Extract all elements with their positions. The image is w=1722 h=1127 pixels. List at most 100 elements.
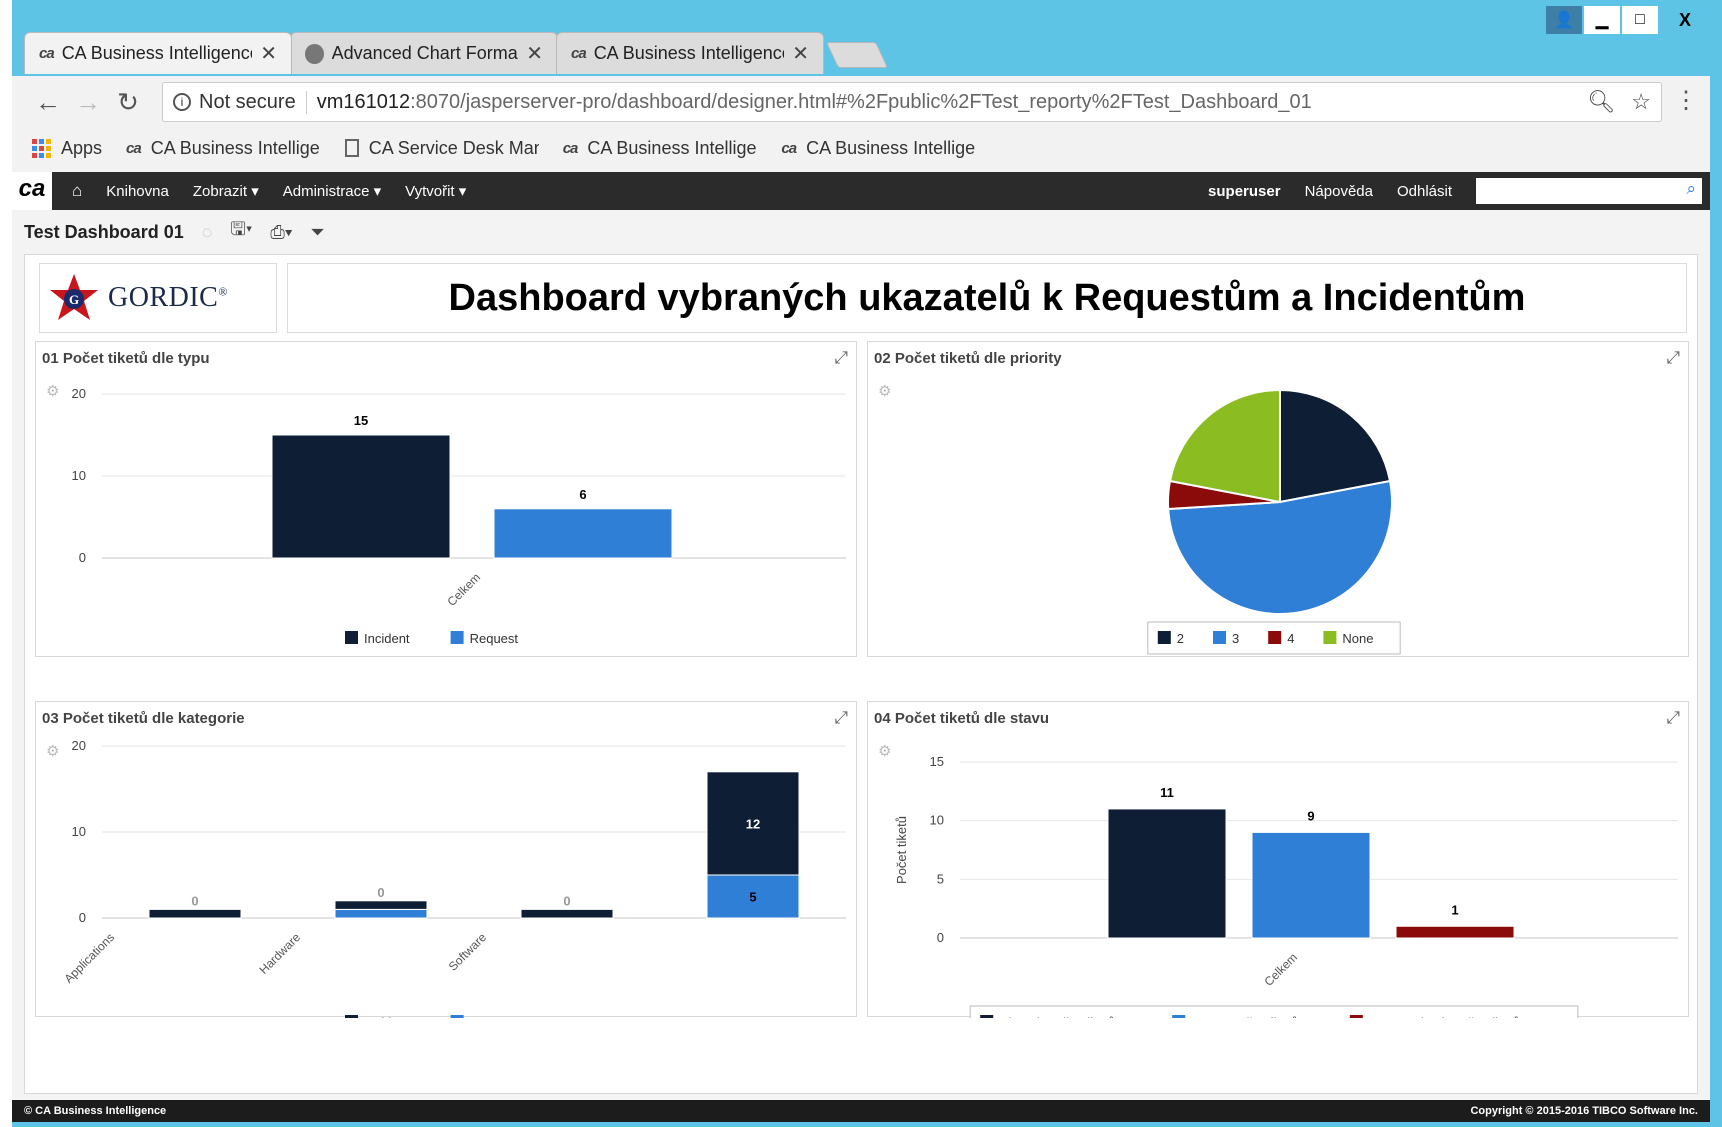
- search-input[interactable]: ⌕: [1476, 178, 1702, 204]
- zoom-icon[interactable]: 🔍︎: [1587, 89, 1615, 115]
- legend-swatch: [345, 1015, 358, 1018]
- close-tab-icon[interactable]: ✕: [792, 41, 809, 66]
- legend-label: SA-Resolved, Počet tiketů: [1369, 1015, 1520, 1018]
- bookmarks-bar: Apps ca CA Business Intelligen CA Servic…: [32, 128, 976, 168]
- y-tick-label: 0: [937, 930, 944, 945]
- bar-sa-resolved: [1395, 925, 1515, 939]
- legend-label: 4: [1287, 631, 1294, 646]
- reload-icon[interactable]: ↻: [108, 87, 148, 118]
- star-icon[interactable]: ☆: [1631, 89, 1651, 115]
- minimize-button[interactable]: ▁: [1584, 6, 1620, 34]
- bookmark-ca-sdm[interactable]: CA Service Desk Man: [344, 137, 539, 159]
- legend-swatch: [450, 1015, 464, 1018]
- current-user[interactable]: superuser: [1196, 183, 1293, 200]
- home-icon[interactable]: ⌂: [60, 181, 94, 201]
- y-tick-label: 10: [72, 824, 86, 839]
- forward-icon[interactable]: →: [68, 87, 108, 118]
- data-label: 6: [579, 487, 586, 502]
- back-icon[interactable]: ←: [28, 87, 68, 118]
- search-icon[interactable]: ⌕: [1686, 179, 1696, 199]
- gordic-logo: G GORDIC®: [39, 263, 277, 333]
- category-label: Celkem: [444, 570, 483, 609]
- tab-ca-bi-2[interactable]: ca CA Business Intelligence ✕: [556, 32, 824, 74]
- new-tab-button[interactable]: [825, 42, 889, 68]
- gordic-star-icon: G: [50, 274, 98, 320]
- dashboard-canvas: G GORDIC® Dashboard vybraných ukazatelů …: [24, 254, 1698, 1094]
- close-tab-icon[interactable]: ✕: [526, 41, 543, 66]
- menu-vytvorit[interactable]: Vytvořit ▾: [393, 182, 478, 200]
- bar-incident: [148, 908, 242, 919]
- y-tick-label: 10: [930, 813, 944, 828]
- y-tick-label: 20: [72, 738, 86, 753]
- footer-left: © CA Business Intelligence: [24, 1105, 167, 1117]
- window-controls: 👤 ▁ □ X: [1546, 6, 1710, 34]
- bar-incident: [271, 434, 451, 559]
- menu-zobrazit[interactable]: Zobrazit ▾: [181, 182, 271, 200]
- panel-by-priority: 02 Počet tiketů dle priority ⤢ ⚙ 2 3 4 None: [867, 341, 1689, 657]
- tab-label: Advanced Chart Formatti: [331, 43, 519, 63]
- document-icon: [344, 139, 359, 157]
- data-label: 9: [1307, 808, 1314, 823]
- bar-incident: [520, 908, 614, 919]
- bookmark-label: CA Business Intelligen: [587, 137, 758, 158]
- app-navbar: ca ⌂ Knihovna Zobrazit ▾ Administrace ▾ …: [12, 172, 1710, 210]
- menu-administrace[interactable]: Administrace ▾: [271, 182, 393, 200]
- legend-swatch: [450, 631, 464, 644]
- legend-swatch: [980, 1015, 994, 1018]
- close-tab-icon[interactable]: ✕: [260, 41, 277, 66]
- tab-ca-bi-1[interactable]: ca CA Business Intelligence ✕: [24, 32, 292, 74]
- filter-icon[interactable]: ⏷: [310, 222, 324, 243]
- legend-label: None: [1342, 631, 1373, 646]
- y-tick-label: 0: [79, 550, 86, 565]
- bookmark-label: CA Service Desk Man: [368, 137, 539, 158]
- legend-label: 3: [1232, 631, 1239, 646]
- data-label: 5: [749, 890, 756, 905]
- panel-by-type: 01 Počet tiketů dle typu ⤢ ⚙ 0 10 20 15 6 Cel…: [35, 341, 857, 657]
- y-tick-label: 5: [937, 871, 944, 886]
- ca-logo-icon: ca: [562, 139, 579, 157]
- legend-swatch: [1172, 1015, 1186, 1018]
- svg-text:G: G: [69, 292, 79, 307]
- security-indicator[interactable]: i Not secure: [163, 90, 307, 114]
- legend-swatch: [1268, 631, 1282, 644]
- legend-swatch: [345, 631, 358, 644]
- legend-label: 2: [1177, 631, 1184, 646]
- dashboard-toolbar: Test Dashboard 01 ◌ 🖫▾ ⎙▾ ⏷: [24, 214, 325, 250]
- chart-by-priority: 2 3 4 None: [1147, 388, 1401, 655]
- undo-icon[interactable]: ◌: [202, 222, 213, 243]
- y-tick-label: 20: [72, 386, 86, 401]
- logout-link[interactable]: Odhlásit: [1385, 183, 1464, 200]
- bar-closed: [1107, 808, 1227, 939]
- address-bar[interactable]: i Not secure vm161012 :8070/jasperserver…: [162, 82, 1662, 122]
- ca-logo-icon: ca: [571, 45, 587, 62]
- bookmark-ca-bi-1[interactable]: ca CA Business Intelligen: [126, 138, 321, 159]
- legend-label: Open, Počet tiketů: [1191, 1015, 1298, 1018]
- bar-request: [334, 908, 428, 919]
- bookmark-apps[interactable]: Apps: [32, 138, 102, 159]
- bookmark-label: CA Business Intelligen: [150, 137, 321, 158]
- category-label: Celkem: [1261, 950, 1300, 989]
- data-label: 11: [1160, 785, 1174, 800]
- browser-toolbar: ← → ↻ i Not secure vm161012 :8070/jasper…: [12, 76, 1710, 172]
- bar-request: [493, 508, 673, 559]
- bookmark-ca-bi-3[interactable]: ca CA Business Intelligen: [781, 138, 976, 159]
- dashboard-title: Dashboard vybraných ukazatelů k Requestů…: [287, 263, 1687, 333]
- user-icon[interactable]: 👤: [1546, 6, 1582, 34]
- tab-advanced-chart[interactable]: Advanced Chart Formatti ✕: [290, 32, 558, 74]
- close-window-button[interactable]: X: [1660, 6, 1710, 34]
- menu-knihovna[interactable]: Knihovna: [94, 183, 181, 200]
- info-icon: i: [173, 93, 191, 111]
- tab-strip: ca CA Business Intelligence ✕ Advanced C…: [24, 28, 1224, 76]
- chart-by-type: 0 10 20 15 6 Celkem Incident Request: [72, 386, 846, 646]
- maximize-button[interactable]: □: [1622, 6, 1658, 34]
- panel-by-status: 04 Počet tiketů dle stavu ⤢ ⚙ 0 5 10 15 Poče…: [867, 701, 1689, 1018]
- bookmark-ca-bi-2[interactable]: ca CA Business Intelligen: [563, 138, 758, 159]
- tab-label: CA Business Intelligence: [61, 43, 253, 63]
- legend-swatch: [1213, 631, 1226, 644]
- export-icon[interactable]: ⎙▾: [270, 222, 292, 243]
- y-axis-label: Počet tiketů: [894, 816, 909, 884]
- help-link[interactable]: Nápověda: [1293, 183, 1385, 200]
- footer: © CA Business Intelligence Copyright © 2…: [12, 1100, 1710, 1122]
- save-icon[interactable]: 🖫▾: [230, 217, 252, 247]
- browser-menu-icon[interactable]: ⋮: [1674, 86, 1698, 115]
